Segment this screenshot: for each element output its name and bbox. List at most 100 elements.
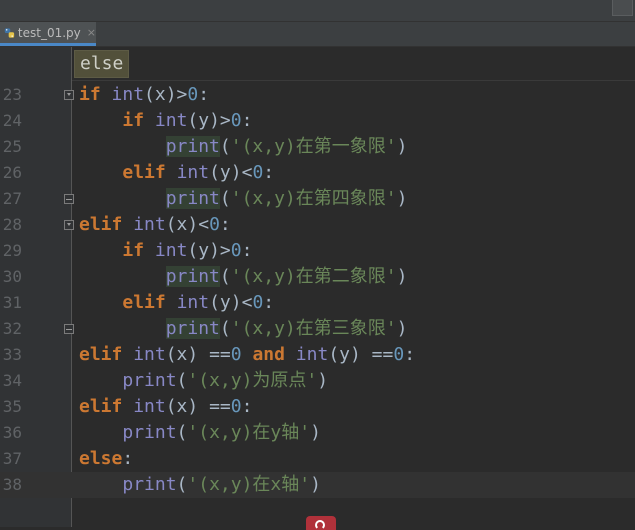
- code-token: int: [133, 214, 166, 235]
- code-text: print('(x,y)在第一象限'): [79, 134, 407, 160]
- code-token: :: [198, 84, 210, 105]
- code-token: :: [219, 214, 231, 235]
- code-text: print('(x,y)在第三象限'): [79, 316, 407, 342]
- code-token: (: [176, 474, 188, 495]
- code-text: elif int(x)<0:: [79, 212, 231, 238]
- fold-end-icon[interactable]: [64, 194, 74, 204]
- code-token: print: [165, 188, 220, 209]
- code-token: ): [310, 474, 321, 495]
- code-line[interactable]: 33 elif int(x) ==0 and int(y) ==0:: [0, 342, 635, 368]
- code-token: 0: [187, 84, 199, 105]
- fold-collapse-icon[interactable]: [64, 220, 74, 230]
- code-line[interactable]: 36 print('(x,y)在y轴'): [0, 420, 635, 446]
- code-line[interactable]: 29 if int(y)>0:: [0, 238, 635, 264]
- code-token: (: [219, 318, 231, 339]
- code-token: :: [122, 448, 134, 469]
- line-number: 35: [2, 397, 22, 416]
- code-line[interactable]: 27 print('(x,y)在第四象限'): [0, 186, 635, 212]
- code-token: ): [396, 188, 408, 209]
- line-number: 23: [2, 85, 22, 104]
- code-line[interactable]: 26 elif int(y)<0:: [0, 160, 635, 186]
- line-number: 25: [2, 137, 22, 156]
- error-indicator-icon[interactable]: [306, 516, 336, 530]
- code-token: ): [310, 422, 321, 443]
- scope-hint-tooltip: else: [74, 50, 130, 78]
- code-token: (y)>: [187, 240, 231, 261]
- tab-close-icon[interactable]: ×: [87, 26, 96, 39]
- code-token: print: [165, 318, 220, 339]
- code-text: print('(x,y)为原点'): [79, 368, 328, 394]
- code-text: elif int(x) ==0 and int(y) ==0:: [79, 342, 415, 368]
- code-token: '(x,y)在第四象限': [230, 188, 397, 209]
- code-token: if: [122, 240, 145, 261]
- line-number: 34: [2, 371, 22, 390]
- code-text: print('(x,y)在第四象限'): [79, 186, 407, 212]
- code-token: int: [176, 162, 210, 183]
- code-token: elif: [122, 162, 166, 183]
- code-token: print: [165, 136, 220, 157]
- code-token: ): [396, 318, 408, 339]
- code-line[interactable]: 23 if int(x)>0:: [0, 82, 635, 108]
- tab-test-01-py[interactable]: test_01.py ×: [0, 22, 96, 46]
- code-token: (y)<: [209, 292, 253, 313]
- code-text: elif int(x) ==0:: [79, 394, 252, 420]
- code-token: print: [122, 370, 177, 391]
- code-line[interactable]: 34 print('(x,y)为原点'): [0, 368, 635, 394]
- line-number: 28: [2, 215, 22, 234]
- code-token: (x)<: [165, 214, 210, 235]
- fold-collapse-icon[interactable]: [64, 90, 74, 100]
- code-text: if int(y)>0:: [79, 238, 252, 264]
- toolbar-corner-icon[interactable]: [612, 0, 633, 16]
- code-token: elif: [79, 344, 123, 365]
- code-token: int: [154, 110, 188, 131]
- fold-end-icon[interactable]: [64, 324, 74, 334]
- tooltip-divider: [72, 80, 635, 81]
- line-number: 37: [2, 449, 22, 468]
- code-token: int: [133, 396, 166, 417]
- code-token: :: [263, 292, 275, 313]
- code-token: 0: [209, 214, 220, 235]
- code-text: elif int(y)<0:: [79, 160, 274, 186]
- code-token: '(x,y)在第二象限': [230, 266, 397, 287]
- code-token: print: [165, 266, 220, 287]
- line-number: 31: [2, 293, 22, 312]
- code-token: elif: [122, 292, 166, 313]
- code-token: '(x,y)在y轴': [187, 422, 311, 443]
- code-token: int: [154, 240, 188, 261]
- code-line[interactable]: 37 else:: [0, 446, 635, 472]
- code-line[interactable]: 35 elif int(x) ==0:: [0, 394, 635, 420]
- code-token: ): [396, 136, 408, 157]
- code-line[interactable]: 24 if int(y)>0:: [0, 108, 635, 134]
- code-line[interactable]: 30 print('(x,y)在第二象限'): [0, 264, 635, 290]
- code-token: (: [176, 422, 188, 443]
- code-token: :: [404, 344, 416, 365]
- code-token: (x) ==: [165, 344, 231, 365]
- line-number: 29: [2, 241, 22, 260]
- code-line[interactable]: 38 print('(x,y)在x轴'): [0, 472, 635, 498]
- code-token: if: [79, 84, 101, 105]
- code-token: (y) ==: [328, 344, 394, 365]
- tab-filename: test_01.py: [17, 25, 81, 40]
- code-line[interactable]: 31 elif int(y)<0:: [0, 290, 635, 316]
- code-token: if: [122, 110, 145, 131]
- code-token: int: [176, 292, 210, 313]
- code-token: ): [317, 370, 329, 391]
- line-number: 33: [2, 345, 22, 364]
- code-token: else: [79, 448, 123, 469]
- code-line[interactable]: 28 elif int(x)<0:: [0, 212, 635, 238]
- code-line[interactable]: 25 print('(x,y)在第一象限'): [0, 134, 635, 160]
- code-token: (y)<: [209, 162, 253, 183]
- code-token: 0: [393, 344, 405, 365]
- code-line[interactable]: 32 print('(x,y)在第三象限'): [0, 316, 635, 342]
